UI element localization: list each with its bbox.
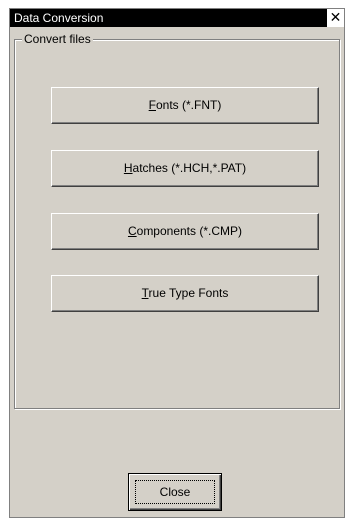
components-button[interactable]: Components (*.CMP) — [51, 213, 319, 250]
window-title: Data Conversion — [14, 11, 104, 25]
close-button[interactable]: Close — [128, 473, 222, 511]
hatches-button[interactable]: Hatches (*.HCH,*.PAT) — [51, 150, 319, 187]
fonts-mnemonic: F — [148, 98, 156, 112]
close-icon[interactable]: ✕ — [326, 9, 344, 27]
components-label: omponents (*.CMP) — [136, 224, 243, 238]
title-bar[interactable]: Data Conversion ✕ — [10, 9, 344, 27]
true-type-fonts-button[interactable]: True Type Fonts — [51, 275, 319, 312]
true-type-mnemonic: T — [141, 286, 149, 300]
hatches-label: atches (*.HCH,*.PAT) — [132, 161, 247, 175]
fonts-button[interactable]: Fonts (*.FNT) — [51, 87, 319, 124]
components-mnemonic: C — [127, 224, 137, 238]
fonts-label: onts (*.FNT) — [156, 98, 222, 112]
data-conversion-dialog: Data Conversion ✕ Convert files Fonts (*… — [9, 8, 345, 518]
hatches-mnemonic: H — [123, 161, 133, 175]
close-button-label: Close — [159, 485, 191, 499]
group-label: Convert files — [22, 32, 93, 46]
true-type-label: rue Type Fonts — [148, 286, 229, 300]
